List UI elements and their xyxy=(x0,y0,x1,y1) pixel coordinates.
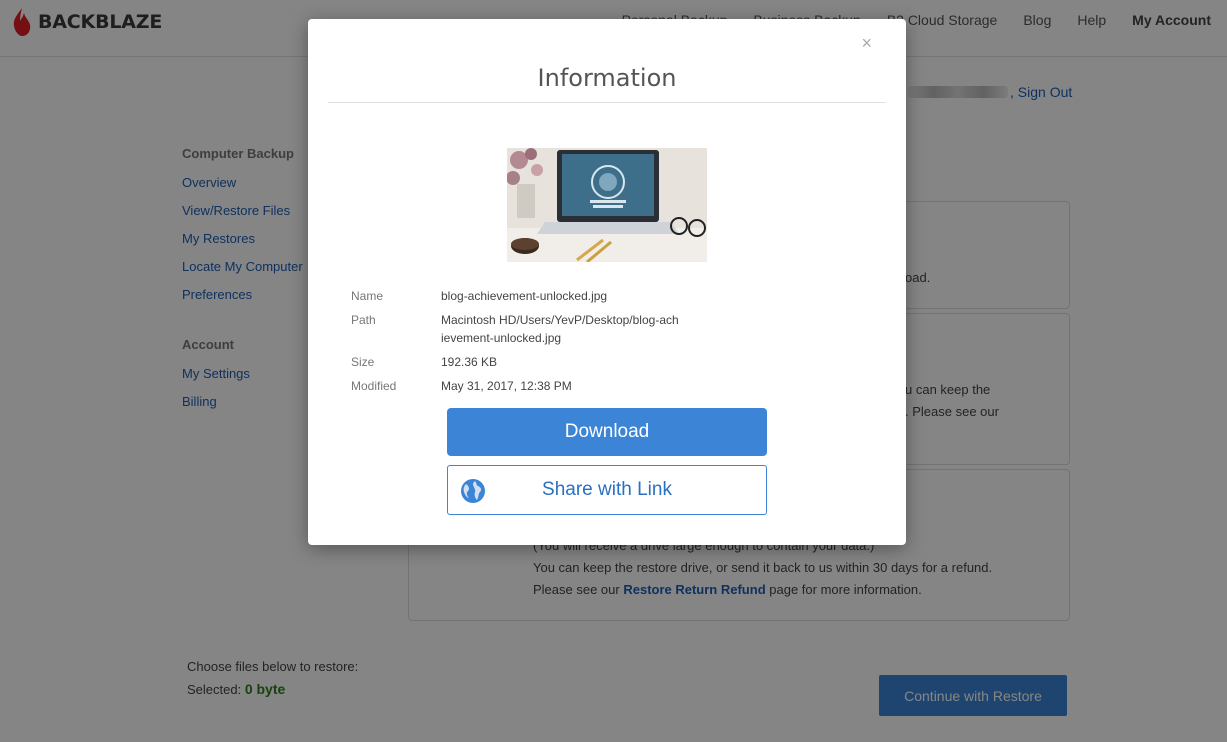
file-info-table: Name blog-achievement-unlocked.jpg Path … xyxy=(351,287,701,401)
size-label: Size xyxy=(351,355,375,369)
modal-divider xyxy=(328,102,886,103)
modified-value: May 31, 2017, 12:38 PM xyxy=(441,379,572,393)
path-label: Path xyxy=(351,313,376,327)
share-button-label: Share with Link xyxy=(542,479,672,500)
modal-title: Information xyxy=(537,64,677,92)
file-preview-image xyxy=(507,148,707,262)
modified-label: Modified xyxy=(351,379,397,393)
info-row-path: Path Macintosh HD/Users/YevP/Desktop/blo… xyxy=(351,311,701,347)
info-row-modified: Modified May 31, 2017, 12:38 PM xyxy=(351,377,701,395)
close-icon[interactable]: × xyxy=(861,33,872,54)
globe-icon xyxy=(461,479,485,503)
laptop-desk-photo xyxy=(507,148,707,262)
size-value: 192.36 KB xyxy=(441,355,498,369)
path-value: Macintosh HD/Users/YevP/Desktop/blog-ach… xyxy=(441,313,679,345)
share-with-link-button[interactable]: Share with Link xyxy=(447,465,767,515)
name-label: Name xyxy=(351,289,384,303)
download-button[interactable]: Download xyxy=(447,408,767,456)
information-modal: Information × Name blog-achievement-unlo… xyxy=(308,19,906,545)
name-value: blog-achievement-unlocked.jpg xyxy=(441,289,608,303)
info-row-name: Name blog-achievement-unlocked.jpg xyxy=(351,287,701,305)
info-row-size: Size 192.36 KB xyxy=(351,353,701,371)
